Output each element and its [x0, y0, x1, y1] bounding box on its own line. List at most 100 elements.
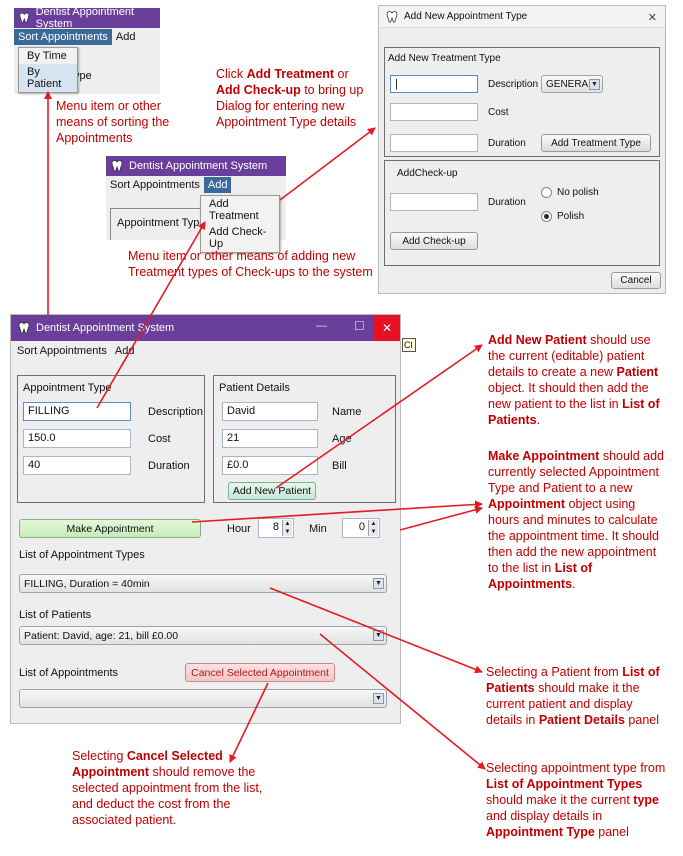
patients-value: Patient: David, age: 21, bill £0.00 [24, 629, 179, 642]
dialog-close-icon[interactable]: ✕ [648, 11, 657, 24]
menu-item-by-patient[interactable]: By Patient [19, 64, 77, 92]
no-polish-radio[interactable] [541, 187, 552, 198]
no-polish-option[interactable]: No polish [541, 187, 599, 198]
no-polish-label: No polish [557, 187, 599, 198]
list-patients-label: List of Patients [19, 609, 92, 621]
snippet2-panel: Appointment Type [110, 208, 206, 240]
checkup-section: AddCheck-up Duration No polish Polish Ad… [384, 160, 660, 266]
annotation-make-appointment: Make Appointment should add currently se… [488, 448, 668, 592]
cancel-selected-segment: Selecting [72, 749, 127, 763]
cost-input[interactable] [390, 103, 478, 121]
close-button[interactable]: ✕ [374, 315, 400, 341]
spinner-arrows-icon[interactable]: ▲ ▼ [368, 520, 378, 536]
main-menubar: Sort Appointments Add [11, 341, 400, 361]
tooltip-peek: Cl [402, 338, 416, 352]
make-appointment-segment: . [572, 577, 576, 591]
annotation-cancel-selected: Selecting Cancel Selected Appointment sh… [72, 748, 272, 828]
tooth-app-icon [18, 322, 30, 334]
add-checkup-button[interactable]: Add Check-up [390, 232, 478, 250]
menu-item-by-time[interactable]: By Time [19, 48, 77, 64]
menu-sort-appointments[interactable]: Sort Appointments [106, 177, 204, 193]
type-input[interactable]: FILLING [23, 402, 131, 421]
menu-add[interactable]: Add [111, 343, 139, 359]
age-label: Age [332, 433, 352, 445]
add-new-patient-button[interactable]: Add New Patient [228, 482, 316, 500]
make-appointment-segment: Make Appointment [488, 449, 600, 463]
arrow-add-treatment [279, 127, 376, 201]
bill-label: Bill [332, 460, 347, 472]
menu-sort-appointments[interactable]: Sort Appointments [14, 29, 112, 45]
appointments-combo[interactable]: ▼ [19, 689, 387, 708]
cost-input[interactable]: 150.0 [23, 429, 131, 448]
name-label: Name [332, 406, 362, 418]
patients-combo[interactable]: Patient: David, age: 21, bill £0.00 ▼ [19, 626, 387, 645]
main-window: Dentist Appointment System — ☐ ✕ Sort Ap… [10, 314, 401, 724]
tooth-app-icon [111, 160, 123, 172]
snippet1-title: Dentist Appointment System [35, 6, 135, 30]
age-input[interactable]: 21 [222, 429, 318, 448]
spinner-arrows-icon[interactable]: ▲ ▼ [282, 520, 292, 536]
appointment-types-combo[interactable]: FILLING, Duration = 40min ▼ [19, 574, 387, 593]
treatment-duration-input[interactable] [390, 134, 478, 152]
treatment-duration-label: Duration [488, 138, 526, 149]
chevron-down-icon[interactable]: ▼ [373, 578, 384, 589]
add-new-patient-segment: Add New Patient [488, 333, 587, 347]
polish-option[interactable]: Polish [541, 211, 584, 222]
menu-item-add-treatment[interactable]: Add Treatment [201, 196, 279, 224]
type-description-label: Description [148, 406, 204, 418]
add-appointment-type-dialog: Add New Appointment Type ✕ Add New Treat… [378, 5, 666, 294]
menu-add[interactable]: Add [203, 177, 232, 193]
hour-spinner[interactable]: 8 ▲ ▼ [258, 518, 294, 538]
min-label: Min [309, 523, 327, 535]
treatment-section-title: Add New Treatment Type [388, 53, 501, 64]
min-value: 0 [358, 521, 365, 533]
polish-label: Polish [557, 211, 585, 222]
name-input[interactable]: David [222, 402, 318, 421]
menu-sort-appointments[interactable]: Sort Appointments [15, 343, 111, 359]
select-type-segment: Appointment Type [486, 825, 595, 839]
select-type-segment: Selecting appointment type from [486, 761, 666, 775]
treatment-name-input[interactable]: | [390, 75, 478, 93]
annotation-click-add-treatment: Click Add Treatment or Add Check-up to b… [216, 66, 376, 130]
add-dropdown: Add Treatment Add Check-Up [200, 195, 280, 253]
snippet2-titlebar: Dentist Appointment System [106, 156, 286, 176]
min-spinner[interactable]: 0 ▲ ▼ [342, 518, 380, 538]
description-combo-value: GENERAL [546, 78, 594, 90]
description-combo[interactable]: GENERAL ▼ [541, 75, 603, 93]
snippet2-menubar: Sort Appointments Add [106, 176, 286, 194]
checkup-duration-input[interactable] [390, 193, 478, 211]
checkup-duration-label: Duration [488, 197, 526, 208]
maximize-icon[interactable]: ☐ [354, 319, 365, 333]
duration-input[interactable]: 40 [23, 456, 131, 475]
select-type-segment: List of Appointment Types [486, 777, 643, 791]
snippet2-title: Dentist Appointment System [129, 160, 268, 172]
select-type-segment: and display details in [486, 809, 603, 823]
description-label: Description [488, 79, 539, 90]
treatment-section: Add New Treatment Type | Description GEN… [384, 47, 660, 157]
bill-input[interactable]: £0.0 [222, 456, 318, 475]
snippet2-panel-label: Appointment Type [117, 217, 206, 229]
select-patient-segment: Selecting a Patient from [486, 665, 623, 679]
chevron-down-icon[interactable]: ▼ [373, 693, 384, 704]
list-types-label: List of Appointment Types [19, 549, 145, 561]
click-add-treatment-segment: Click [216, 67, 247, 81]
hour-value: 8 [272, 521, 279, 533]
dialog-title: Add New Appointment Type [404, 11, 528, 22]
dialog-cancel-button[interactable]: Cancel [611, 272, 661, 289]
snippet1-menubar: Sort Appointments Add [14, 28, 160, 46]
select-type-segment: should make it the current [486, 793, 634, 807]
annotation-add-menu: Menu item or other means of adding new T… [128, 249, 373, 279]
minimize-icon[interactable]: — [316, 320, 327, 332]
add-treatment-type-button[interactable]: Add Treatment Type [541, 134, 651, 152]
sort-dropdown: By Time By Patient [18, 47, 78, 93]
make-appointment-button[interactable]: Make Appointment [19, 519, 201, 538]
select-type-segment: type [633, 793, 659, 807]
add-new-patient-segment: . [536, 413, 541, 427]
menu-add[interactable]: Add [112, 29, 140, 45]
select-patient-segment: panel [624, 713, 660, 727]
cancel-selected-appointment-button[interactable]: Cancel Selected Appointment [185, 663, 335, 682]
polish-radio[interactable] [541, 211, 552, 222]
chevron-down-icon[interactable]: ▼ [373, 630, 384, 641]
duration-label: Duration [148, 460, 190, 472]
cost-label: Cost [488, 107, 509, 118]
